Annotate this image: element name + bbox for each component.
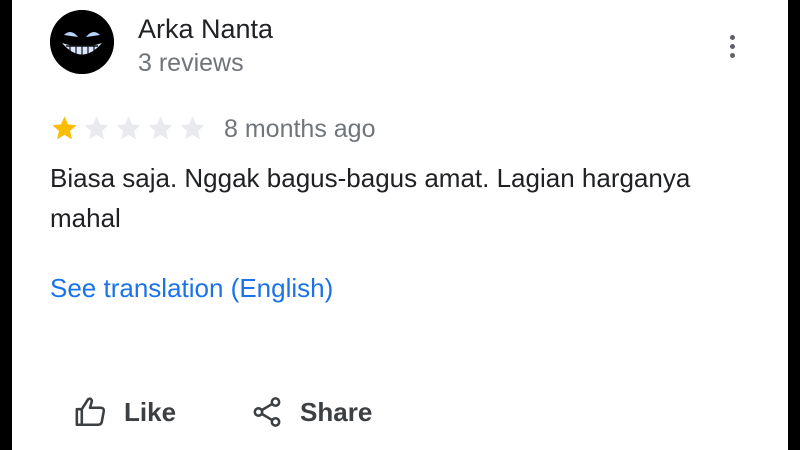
like-label: Like xyxy=(124,397,177,427)
star-empty-icon xyxy=(180,115,205,139)
grinning-face-avatar-icon xyxy=(50,10,114,74)
author-review-count: 3 reviews xyxy=(138,49,244,77)
author-name[interactable]: Arka Nanta xyxy=(138,12,273,46)
share-icon xyxy=(250,395,284,429)
more-vert-icon xyxy=(729,34,735,40)
star-empty-icon xyxy=(116,115,141,139)
share-label: Share xyxy=(300,397,373,427)
more-options-button[interactable] xyxy=(720,30,744,62)
review-card: Arka Nanta 3 reviews 8 months ago Biasa … xyxy=(12,0,788,450)
see-translation-link[interactable]: See translation (English) xyxy=(50,271,333,305)
star-empty-icon xyxy=(84,115,109,139)
review-time: 8 months ago xyxy=(224,115,376,143)
review-text: Biasa saja. Nggak bagus-bagus amat. Lagi… xyxy=(50,163,691,233)
more-vert-icon-dot xyxy=(729,52,735,58)
thumb-up-icon xyxy=(74,395,108,429)
more-vert-icon-dot xyxy=(729,43,735,49)
star-rating xyxy=(50,112,210,144)
star-empty-icon xyxy=(148,115,173,139)
share-button[interactable]: Share xyxy=(250,390,372,434)
review-actions: Like Share xyxy=(74,390,372,434)
like-button[interactable]: Like xyxy=(74,390,176,434)
author-avatar[interactable] xyxy=(50,10,114,74)
star-filled-icon xyxy=(52,115,77,139)
